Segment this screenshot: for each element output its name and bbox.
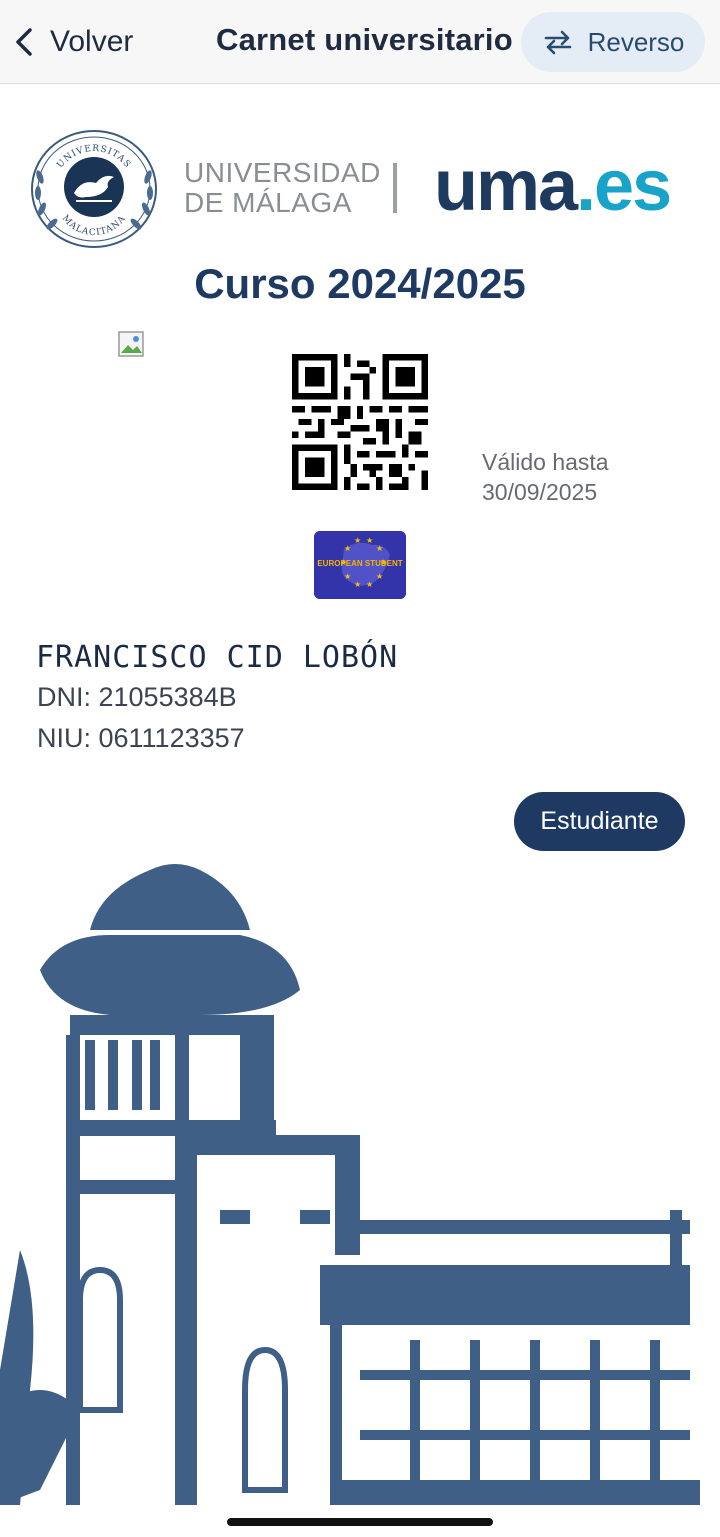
uma-logo-part1: uma: [434, 146, 578, 226]
uma-es-logo: uma.es: [434, 146, 672, 226]
svg-text:★: ★: [376, 544, 383, 553]
svg-text:★: ★: [344, 544, 351, 553]
university-name-line2: DE MÁLAGA: [184, 187, 352, 218]
valid-until-date: 30/09/2025: [482, 479, 598, 505]
page-title: Carnet universitario: [216, 22, 513, 57]
niu-value: NIU: 0611123357: [37, 723, 245, 753]
svg-text:★: ★: [366, 536, 373, 545]
home-indicator[interactable]: [227, 1518, 493, 1526]
svg-text:★: ★: [354, 536, 361, 545]
valid-until-label: Válido hasta: [482, 449, 609, 475]
seal-text-bottom: MALACITANA: [60, 213, 128, 238]
uma-logo-part2: .es: [576, 146, 672, 226]
qr-code: [292, 354, 428, 490]
course-year: Curso 2024/2025: [194, 260, 526, 307]
svg-text:★: ★: [354, 580, 361, 589]
role-badge: Estudiante: [514, 792, 685, 851]
svg-text:★: ★: [344, 572, 351, 581]
university-name-line1: UNIVERSIDAD: [184, 157, 381, 188]
university-name: UNIVERSIDAD DE MÁLAGA: [184, 158, 381, 218]
swap-arrows-icon: [544, 30, 571, 55]
dni-value: DNI: 21055384B: [37, 682, 237, 712]
top-bar: Volver Carnet universitario Reverso: [0, 0, 720, 84]
university-seal-logo: UNIVERSITAS MALACITANA: [31, 130, 157, 248]
flip-label: Reverso: [587, 26, 685, 57]
european-student-card-badge: ★ ★ ★ ★ ★ ★ ★ ★ ★ ★ EUROPEAN STUDENT: [314, 531, 406, 599]
svg-text:★: ★: [376, 572, 383, 581]
back-label: Volver: [50, 25, 134, 58]
svg-text:MALACITANA: MALACITANA: [60, 213, 129, 238]
chevron-left-icon: [16, 28, 32, 56]
university-building-illustration: [0, 864, 700, 1505]
flip-card-button[interactable]: Reverso: [521, 12, 705, 72]
logo-divider: [393, 163, 397, 213]
back-button[interactable]: Volver: [12, 20, 133, 64]
european-student-label: EUROPEAN STUDENT: [317, 559, 403, 568]
svg-text:★: ★: [366, 580, 373, 589]
broken-image-icon: [118, 331, 144, 357]
holder-name: FRANCISCO CID LOBÓN: [36, 640, 399, 675]
